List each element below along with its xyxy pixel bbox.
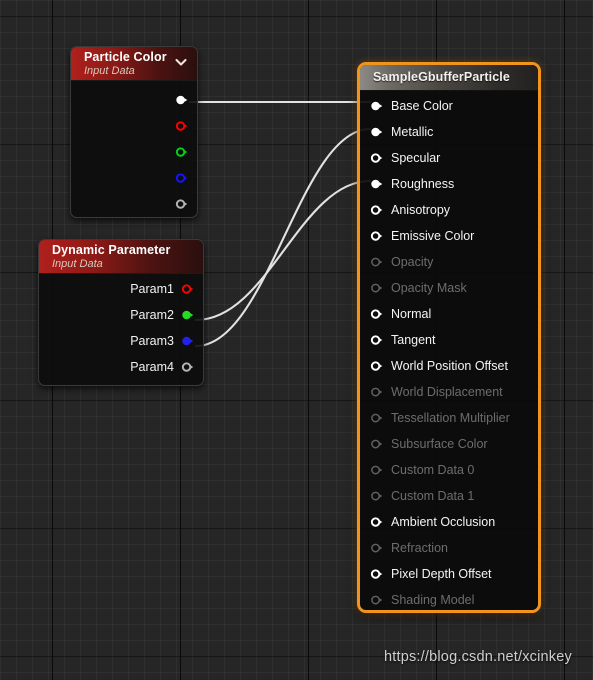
output-pin-b[interactable] [71, 165, 197, 191]
output-pin-param3[interactable]: Param3 [39, 328, 203, 354]
input-pin-tessellation-multiplier: Tessellation Multiplier [360, 405, 538, 431]
input-pin-base-color[interactable]: Base Color [360, 93, 538, 119]
chevron-down-icon[interactable] [174, 55, 188, 69]
output-pin-a[interactable] [71, 191, 197, 217]
input-pin-label: Base Color [391, 99, 453, 113]
output-pin-r[interactable] [71, 113, 197, 139]
output-pin-param1[interactable]: Param1 [39, 276, 203, 302]
input-pin-label: Subsurface Color [391, 437, 488, 451]
input-pin-label: Custom Data 1 [391, 489, 475, 503]
pin-connector-icon[interactable] [370, 204, 383, 217]
input-pin-label: Tessellation Multiplier [391, 411, 510, 425]
pin-connector-icon [370, 256, 383, 269]
input-pin-metallic[interactable]: Metallic [360, 119, 538, 145]
input-pin-label: Tangent [391, 333, 436, 347]
input-pin-ambient-occlusion[interactable]: Ambient Occlusion [360, 509, 538, 535]
node-particle-color[interactable]: Particle Color Input Data [70, 46, 198, 218]
pin-connector-icon[interactable] [370, 178, 383, 191]
pin-connector-icon[interactable] [370, 360, 383, 373]
input-pin-label: Anisotropy [391, 203, 451, 217]
watermark-text: https://blog.csdn.net/xcinkey [384, 649, 572, 665]
node-dynamic-parameter-output-pins: Param1 Param2 Param3 Param4 [39, 276, 203, 380]
input-pin-opacity-mask: Opacity Mask [360, 275, 538, 301]
input-pin-subsurface-color: Subsurface Color [360, 431, 538, 457]
pin-connector-icon [370, 594, 383, 607]
input-pin-anisotropy[interactable]: Anisotropy [360, 197, 538, 223]
input-pin-label: Roughness [391, 177, 455, 191]
input-pin-label: Shading Model [391, 593, 475, 607]
input-pin-roughness[interactable]: Roughness [360, 171, 538, 197]
pin-connector-icon [370, 386, 383, 399]
input-pin-custom-data-0: Custom Data 0 [360, 457, 538, 483]
input-pin-label: Opacity [391, 255, 434, 269]
input-pin-tangent[interactable]: Tangent [360, 327, 538, 353]
node-sample-gbuffer-particle-input-pins: Base Color Metallic Specular Roughness A… [360, 93, 538, 610]
input-pin-pixel-depth-offset[interactable]: Pixel Depth Offset [360, 561, 538, 587]
pin-connector-icon[interactable] [181, 361, 194, 374]
node-dynamic-parameter-header[interactable]: Dynamic Parameter Input Data [39, 240, 203, 274]
output-pin-rgba[interactable] [71, 87, 197, 113]
pin-connector-icon[interactable] [175, 198, 188, 211]
input-pin-label: Opacity Mask [391, 281, 467, 295]
input-pin-label: Ambient Occlusion [391, 515, 496, 529]
input-pin-label: Metallic [391, 125, 434, 139]
input-pin-label: Specular [391, 151, 441, 165]
output-pin-label: Param4 [130, 360, 174, 374]
pin-connector-icon [370, 464, 383, 477]
input-pin-label: Normal [391, 307, 432, 321]
node-dynamic-parameter[interactable]: Dynamic Parameter Input Data Param1 Para… [38, 239, 204, 386]
output-pin-label: Param3 [130, 334, 174, 348]
node-sample-gbuffer-particle-title: SampleGbufferParticle [373, 70, 510, 84]
input-pin-opacity: Opacity [360, 249, 538, 275]
pin-connector-icon[interactable] [175, 94, 188, 107]
input-pin-world-position-offset[interactable]: World Position Offset [360, 353, 538, 379]
output-pin-param2[interactable]: Param2 [39, 302, 203, 328]
output-pin-param4[interactable]: Param4 [39, 354, 203, 380]
pin-connector-icon[interactable] [175, 146, 188, 159]
input-pin-emissive-color[interactable]: Emissive Color [360, 223, 538, 249]
pin-connector-icon [370, 412, 383, 425]
input-pin-refraction: Refraction [360, 535, 538, 561]
input-pin-label: World Position Offset [391, 359, 508, 373]
node-dynamic-parameter-title: Dynamic Parameter [52, 243, 171, 257]
node-sample-gbuffer-particle-header[interactable]: SampleGbufferParticle [360, 65, 538, 91]
pin-connector-icon[interactable] [370, 152, 383, 165]
output-pin-label: Param1 [130, 282, 174, 296]
pin-connector-icon [370, 438, 383, 451]
pin-connector-icon[interactable] [175, 172, 188, 185]
pin-connector-icon[interactable] [181, 335, 194, 348]
pin-connector-icon[interactable] [370, 100, 383, 113]
input-pin-label: Custom Data 0 [391, 463, 475, 477]
pin-connector-icon[interactable] [370, 568, 383, 581]
input-pin-label: Refraction [391, 541, 448, 555]
pin-connector-icon [370, 542, 383, 555]
input-pin-world-displacement: World Displacement [360, 379, 538, 405]
pin-connector-icon[interactable] [370, 334, 383, 347]
pin-connector-icon[interactable] [175, 120, 188, 133]
input-pin-custom-data-1: Custom Data 1 [360, 483, 538, 509]
input-pin-normal[interactable]: Normal [360, 301, 538, 327]
node-particle-color-output-pins [71, 87, 197, 217]
pin-connector-icon[interactable] [181, 283, 194, 296]
node-particle-color-header[interactable]: Particle Color Input Data [71, 47, 197, 81]
pin-connector-icon[interactable] [370, 126, 383, 139]
pin-connector-icon[interactable] [370, 308, 383, 321]
node-dynamic-parameter-subtitle: Input Data [52, 258, 103, 270]
pin-connector-icon[interactable] [370, 230, 383, 243]
output-pin-label: Param2 [130, 308, 174, 322]
input-pin-label: Emissive Color [391, 229, 475, 243]
input-pin-shading-model: Shading Model [360, 587, 538, 610]
input-pin-label: World Displacement [391, 385, 503, 399]
pin-connector-icon[interactable] [181, 309, 194, 322]
node-sample-gbuffer-particle[interactable]: SampleGbufferParticle Base Color Metalli… [357, 62, 541, 613]
input-pin-specular[interactable]: Specular [360, 145, 538, 171]
output-pin-g[interactable] [71, 139, 197, 165]
input-pin-label: Pixel Depth Offset [391, 567, 492, 581]
pin-connector-icon [370, 282, 383, 295]
pin-connector-icon [370, 490, 383, 503]
pin-connector-icon[interactable] [370, 516, 383, 529]
